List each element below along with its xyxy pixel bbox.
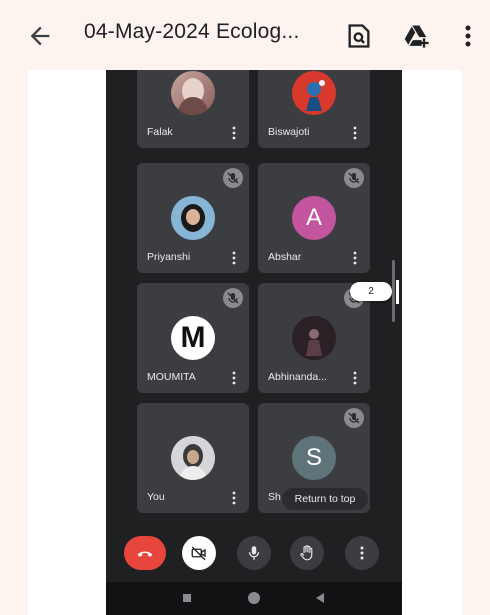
avatar: A xyxy=(292,196,336,240)
more-vert-icon[interactable] xyxy=(231,126,237,140)
mic-off-icon xyxy=(344,408,364,428)
find-in-page-icon[interactable] xyxy=(345,22,373,50)
more-vert-icon[interactable] xyxy=(231,251,237,265)
avatar-letter: A xyxy=(305,204,322,231)
scrollbar[interactable] xyxy=(392,260,395,322)
participant-tile[interactable]: Priyanshi xyxy=(137,163,249,273)
participant-name: Priyanshi xyxy=(147,251,191,263)
avatar xyxy=(171,436,215,480)
participant-tile[interactable]: M MOUMITA xyxy=(137,283,249,393)
avatar-letter: M xyxy=(180,321,206,354)
mic-button[interactable] xyxy=(237,536,271,570)
participant-name: MOUMITA xyxy=(147,371,196,383)
avatar xyxy=(292,316,336,360)
avatar: S xyxy=(292,436,336,480)
participant-tile[interactable]: Falak xyxy=(137,70,249,148)
participant-name: Falak xyxy=(147,126,173,138)
more-vert-icon[interactable] xyxy=(352,126,358,140)
more-vert-icon[interactable] xyxy=(458,22,478,50)
avatar xyxy=(171,71,215,115)
return-to-top-button[interactable]: Return to top xyxy=(282,488,368,510)
recents-icon[interactable] xyxy=(182,593,192,603)
home-icon[interactable] xyxy=(247,591,261,605)
meet-screenshot: Falak Biswajoti Priyanshi A Abshar M MOU… xyxy=(106,70,402,615)
participant-name: Sh xyxy=(268,491,281,503)
raise-hand-icon xyxy=(300,545,313,561)
more-vert-icon xyxy=(360,546,364,560)
participant-name: Biswajoti xyxy=(268,126,310,138)
raise-hand-button[interactable] xyxy=(290,536,324,570)
participant-tile[interactable]: A Abshar xyxy=(258,163,370,273)
avatar xyxy=(292,71,336,115)
add-to-drive-icon[interactable] xyxy=(403,22,431,50)
camera-toggle-button[interactable] xyxy=(182,536,216,570)
scroll-handle[interactable] xyxy=(396,280,399,304)
end-call-icon xyxy=(137,551,153,557)
back-arrow-icon[interactable] xyxy=(26,22,54,50)
participant-name: Abhinanda... xyxy=(268,371,327,383)
page-indicator: 2 xyxy=(350,282,392,301)
more-options-button[interactable] xyxy=(345,536,379,570)
mic-icon xyxy=(248,546,260,560)
avatar-letter: S xyxy=(305,444,322,471)
avatar xyxy=(171,196,215,240)
participant-name: Abshar xyxy=(268,251,302,263)
participant-tile[interactable]: Biswajoti xyxy=(258,70,370,148)
participant-tile[interactable]: You xyxy=(137,403,249,513)
app-bar: 04-May-2024 Ecolog... xyxy=(0,0,490,70)
mic-off-icon xyxy=(344,168,364,188)
avatar: M xyxy=(171,316,215,360)
more-vert-icon[interactable] xyxy=(352,371,358,385)
document-title: 04-May-2024 Ecolog... xyxy=(84,20,300,43)
end-call-button[interactable] xyxy=(124,536,166,570)
camera-off-icon xyxy=(191,546,206,561)
participant-name: You xyxy=(147,491,165,503)
mic-off-icon xyxy=(223,168,243,188)
call-controls xyxy=(106,528,402,578)
more-vert-icon[interactable] xyxy=(231,371,237,385)
more-vert-icon[interactable] xyxy=(352,251,358,265)
participant-tile[interactable]: Abhinanda... xyxy=(258,283,370,393)
back-icon[interactable] xyxy=(314,592,326,604)
system-nav-bar xyxy=(106,582,402,615)
mic-off-icon xyxy=(223,288,243,308)
more-vert-icon[interactable] xyxy=(231,491,237,505)
